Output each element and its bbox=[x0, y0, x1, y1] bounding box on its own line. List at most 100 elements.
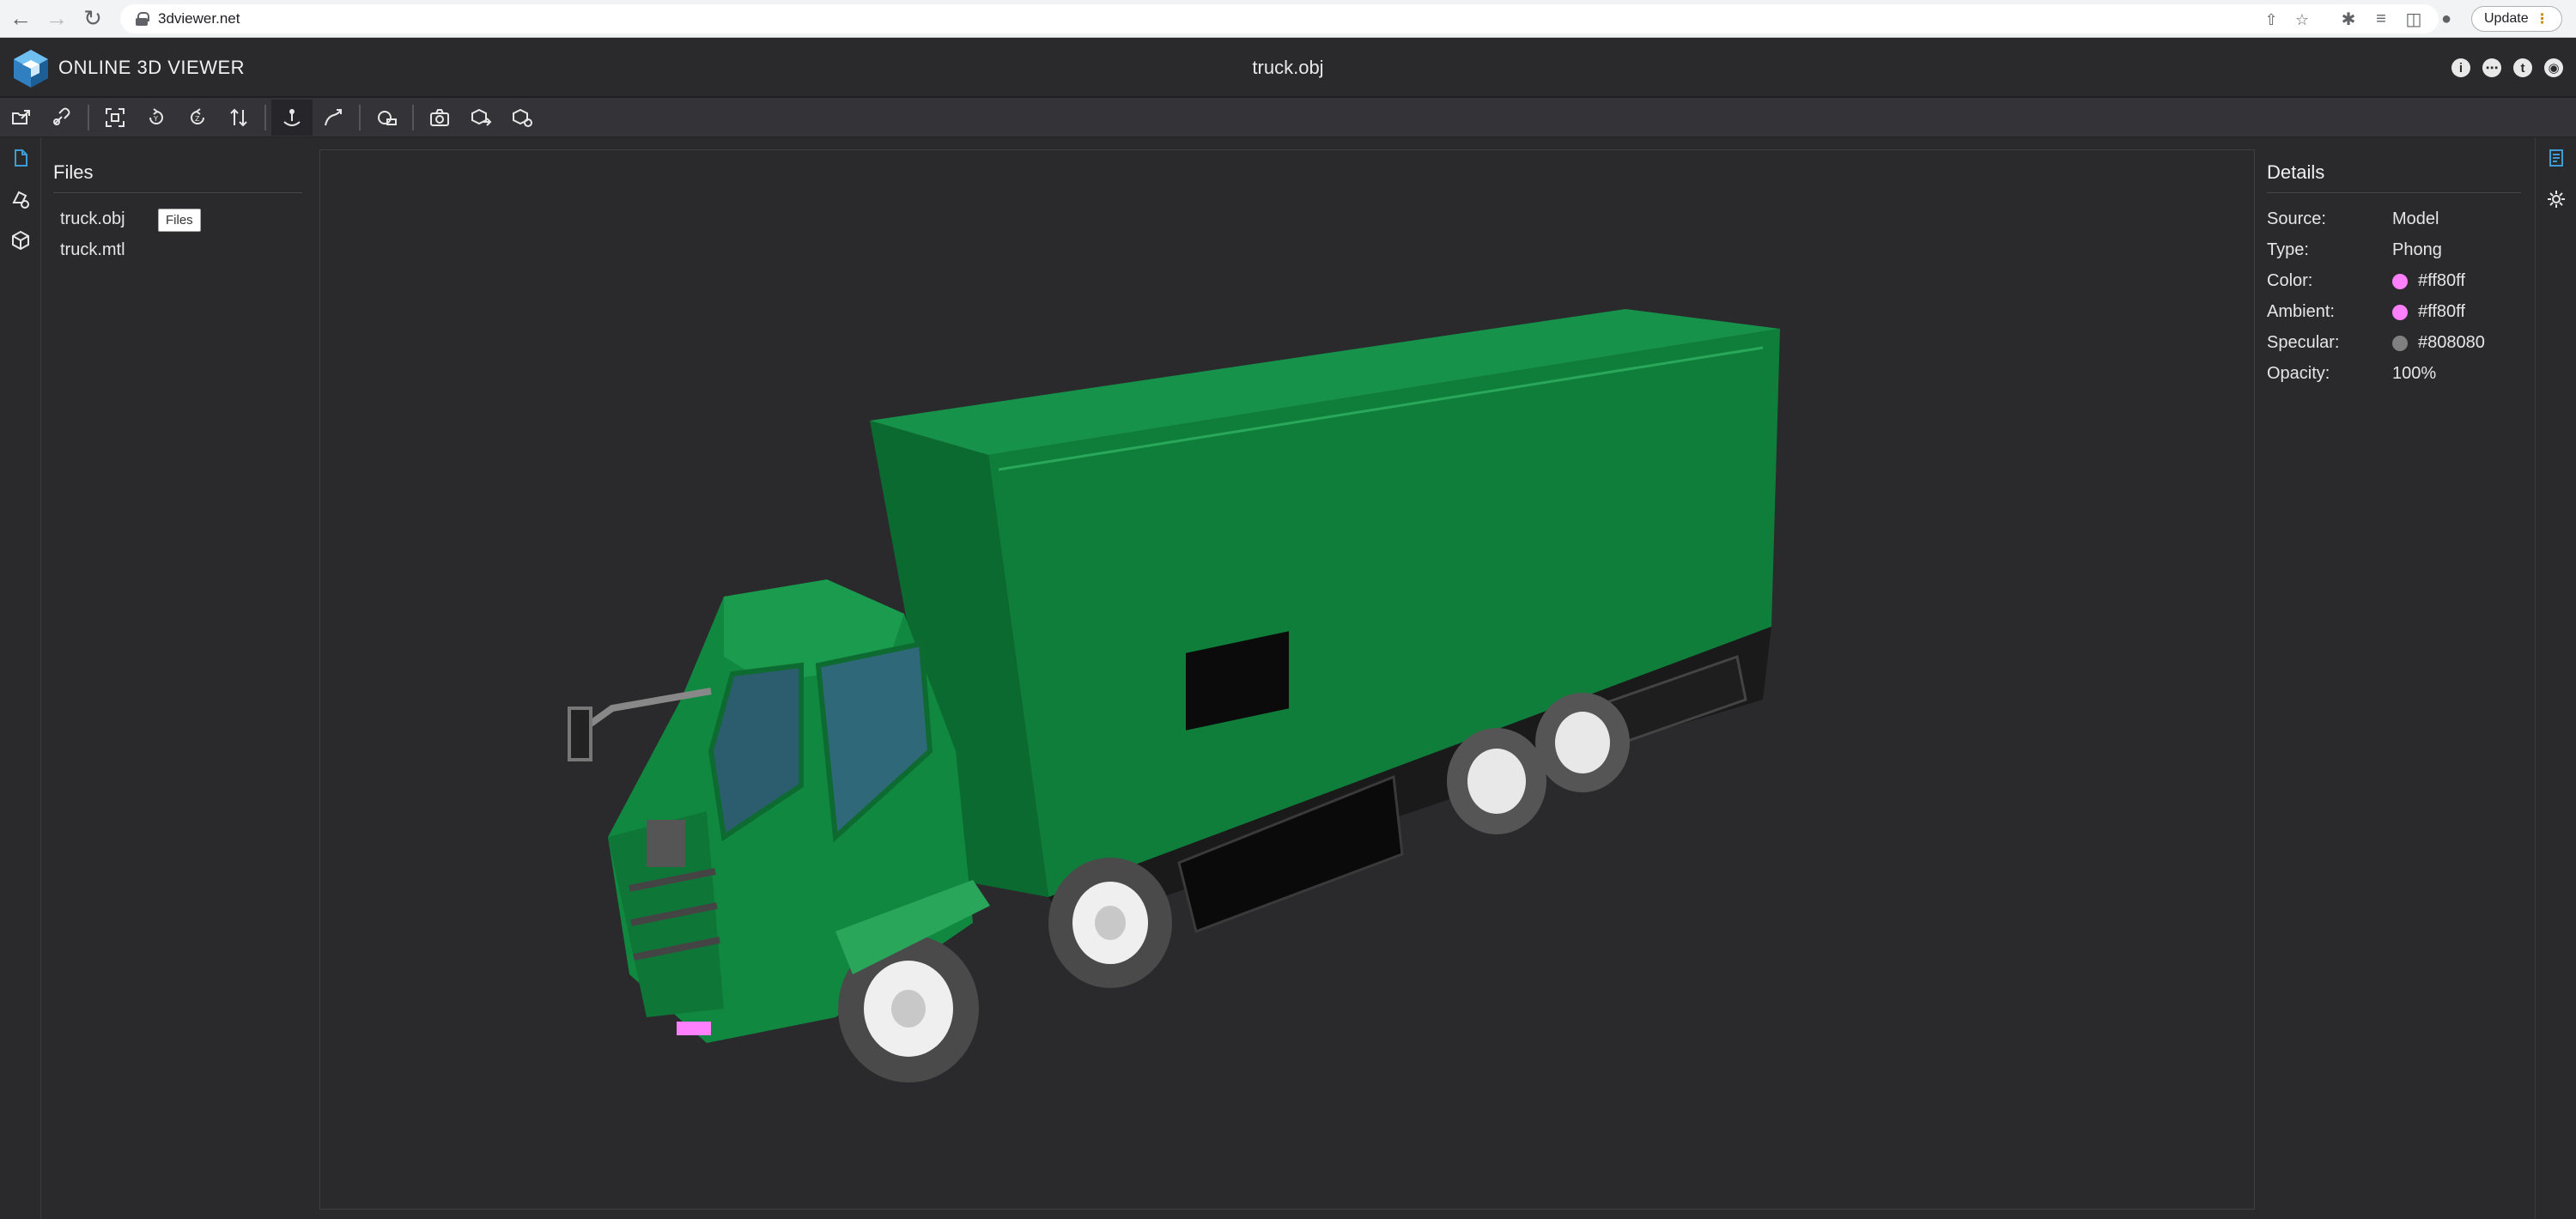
details-icon bbox=[2549, 149, 2563, 167]
details-panel-title: Details bbox=[2267, 161, 2325, 183]
browser-toolbar: ← → ↻ 3dviewer.net ⇧ ☆ ✱ ≡ ◫ ● Update ⋮ bbox=[0, 0, 2576, 38]
property-label: Type: bbox=[2267, 240, 2309, 259]
set-up-z-button[interactable]: Z bbox=[177, 100, 218, 136]
open-file-button[interactable] bbox=[0, 100, 41, 136]
property-value: #ff80ff bbox=[2418, 271, 2465, 290]
property-row-color: Color: #ff80ff bbox=[2267, 271, 2524, 297]
share-page-icon[interactable]: ⇧ bbox=[2262, 10, 2281, 29]
lock-icon bbox=[136, 12, 149, 26]
update-label: Update bbox=[2484, 11, 2529, 26]
update-button[interactable]: Update ⋮ bbox=[2471, 6, 2562, 32]
materials-icon bbox=[12, 191, 29, 209]
open-url-button[interactable] bbox=[41, 100, 82, 136]
github-icon[interactable]: ◉ bbox=[2538, 55, 2569, 81]
property-label: Ambient: bbox=[2267, 302, 2335, 321]
side-panel-icon[interactable]: ◫ bbox=[2397, 3, 2430, 35]
profile-icon[interactable]: ● bbox=[2430, 3, 2463, 35]
bookmark-star-icon[interactable]: ☆ bbox=[2293, 10, 2312, 29]
toolbar-separator bbox=[412, 104, 414, 130]
property-value: Model bbox=[2392, 209, 2439, 228]
app-header: ONLINE 3D VIEWER truck.obj i ⋯ t ◉ bbox=[0, 38, 2576, 98]
files-panel: Files truck.obj truck.mtl bbox=[43, 137, 309, 1219]
tooltip: Files bbox=[158, 209, 201, 232]
fit-to-window-button[interactable] bbox=[94, 100, 136, 136]
info-icon[interactable]: i bbox=[2445, 55, 2476, 81]
right-sidebar-rail bbox=[2535, 137, 2576, 1219]
camera-icon bbox=[430, 108, 449, 126]
reading-list-icon[interactable]: ≡ bbox=[2365, 3, 2397, 35]
property-value: 100% bbox=[2392, 364, 2437, 383]
property-label: Specular: bbox=[2267, 333, 2340, 352]
toolbar-separator bbox=[359, 104, 361, 130]
flip-up-button[interactable] bbox=[218, 100, 259, 136]
menu-dots-icon: ⋮ bbox=[2535, 12, 2549, 27]
svg-text:Z: Z bbox=[195, 115, 200, 123]
export-icon bbox=[471, 108, 492, 126]
fixed-up-vector-button[interactable] bbox=[271, 99, 313, 136]
property-label: Opacity: bbox=[2267, 364, 2330, 383]
measure-icon bbox=[378, 110, 397, 125]
gear-icon bbox=[2548, 191, 2565, 208]
property-row-type: Type: Phong bbox=[2267, 240, 2524, 266]
color-swatch bbox=[2392, 335, 2408, 351]
color-swatch bbox=[2392, 273, 2408, 289]
free-orbit-button[interactable] bbox=[313, 100, 354, 136]
measure-button[interactable] bbox=[366, 100, 407, 136]
details-panel: Details Source: Model Type: Phong Color:… bbox=[2257, 137, 2533, 1219]
fit-to-window-icon bbox=[106, 107, 125, 127]
open-file-icon bbox=[12, 109, 30, 124]
property-value: #808080 bbox=[2418, 333, 2485, 352]
property-row-specular: Specular: #808080 bbox=[2267, 333, 2524, 359]
property-label: Source: bbox=[2267, 209, 2326, 228]
snapshot-button[interactable] bbox=[419, 100, 460, 136]
back-button[interactable]: ← bbox=[5, 3, 36, 34]
feedback-icon[interactable]: ⋯ bbox=[2476, 55, 2507, 81]
files-tab[interactable] bbox=[0, 137, 41, 179]
model-file-title: truck.obj bbox=[1252, 57, 1324, 78]
truck-model bbox=[568, 309, 1780, 1083]
file-icon bbox=[15, 149, 27, 167]
free-orbit-icon bbox=[325, 108, 342, 125]
3d-viewport[interactable] bbox=[319, 149, 2255, 1210]
property-value: #ff80ff bbox=[2418, 302, 2465, 321]
svg-text:Y: Y bbox=[153, 115, 158, 123]
export-button[interactable] bbox=[460, 100, 501, 136]
toolbar-separator bbox=[264, 104, 266, 130]
set-up-y-button[interactable]: Y bbox=[136, 100, 177, 136]
materials-tab[interactable] bbox=[0, 179, 41, 220]
address-bar[interactable]: 3dviewer.net ⇧ ☆ bbox=[120, 4, 2439, 33]
property-row-opacity: Opacity: 100% bbox=[2267, 364, 2524, 390]
property-label: Color: bbox=[2267, 271, 2313, 290]
headlight bbox=[677, 1022, 711, 1035]
cube-icon bbox=[12, 230, 29, 251]
rotate-up-y-icon: Y bbox=[149, 107, 163, 124]
divider bbox=[53, 192, 302, 193]
open-url-icon bbox=[53, 107, 70, 125]
file-item[interactable]: truck.obj bbox=[60, 209, 125, 229]
extensions-icon[interactable]: ✱ bbox=[2332, 3, 2365, 35]
meshes-tab[interactable] bbox=[0, 220, 41, 261]
reload-button[interactable]: ↻ bbox=[77, 3, 108, 34]
color-swatch bbox=[2392, 304, 2408, 320]
file-item[interactable]: truck.mtl bbox=[60, 240, 125, 260]
header-links: i ⋯ t ◉ bbox=[2445, 55, 2569, 81]
forward-button[interactable]: → bbox=[41, 3, 72, 34]
divider bbox=[2267, 192, 2521, 193]
rotate-up-z-icon: Z bbox=[191, 107, 204, 124]
share-icon bbox=[513, 108, 532, 127]
toolbar: Y Z bbox=[0, 98, 2576, 137]
property-row-ambient: Ambient: #ff80ff bbox=[2267, 302, 2524, 328]
flip-icon bbox=[230, 108, 247, 126]
settings-tab[interactable] bbox=[2536, 179, 2576, 220]
property-row-source: Source: Model bbox=[2267, 209, 2524, 235]
browser-actions: ✱ ≡ ◫ ● Update ⋮ bbox=[2332, 0, 2562, 38]
left-sidebar-rail bbox=[0, 137, 41, 1219]
details-tab[interactable] bbox=[2536, 137, 2576, 179]
property-value: Phong bbox=[2392, 240, 2442, 259]
url-text: 3dviewer.net bbox=[158, 10, 240, 27]
fixed-up-vector-icon bbox=[283, 108, 301, 126]
toolbar-separator bbox=[88, 104, 89, 130]
twitter-icon[interactable]: t bbox=[2507, 55, 2538, 81]
files-panel-title: Files bbox=[53, 161, 94, 183]
share-button[interactable] bbox=[501, 100, 543, 136]
